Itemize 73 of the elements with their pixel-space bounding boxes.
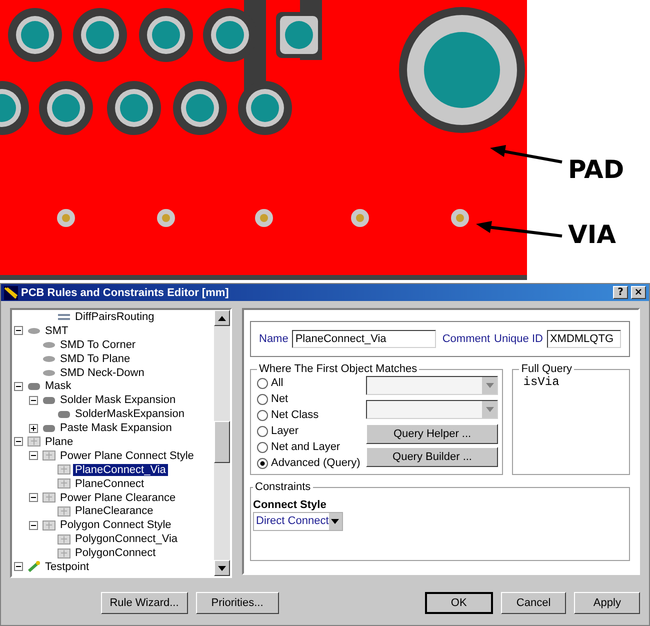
radio-label: Net Class bbox=[271, 409, 319, 421]
collapse-icon[interactable] bbox=[14, 562, 23, 572]
collapse-icon[interactable] bbox=[14, 326, 23, 336]
tree-item[interactable]: SMD Neck-Down bbox=[58, 366, 146, 378]
tree-item[interactable]: SMT bbox=[43, 324, 70, 337]
scroll-bar[interactable] bbox=[214, 310, 230, 576]
tree-item[interactable]: Paste Mask Expansion bbox=[58, 422, 174, 434]
collapse-icon[interactable] bbox=[29, 451, 38, 460]
tree-item[interactable]: SolderMaskExpansion bbox=[73, 408, 186, 420]
radio-label: All bbox=[271, 377, 284, 389]
tree-item[interactable]: PlaneConnect bbox=[73, 478, 146, 490]
tree-item[interactable]: DiffPairsRouting bbox=[73, 310, 156, 323]
connect-style-dropdown[interactable]: Direct Connect bbox=[253, 512, 343, 531]
group-title: Full Query bbox=[520, 363, 574, 375]
tree-item[interactable]: PolygonConnect bbox=[73, 547, 158, 560]
dialog-button[interactable]: Cancel bbox=[500, 592, 566, 614]
testpoint-rule-icon bbox=[27, 561, 41, 572]
dropdown-arrow-icon bbox=[486, 383, 494, 388]
expand-icon[interactable] bbox=[29, 424, 38, 433]
tree-item[interactable]: SMD To Corner bbox=[58, 338, 138, 351]
radio-label: Layer bbox=[271, 425, 299, 437]
unique-id-label: Unique ID bbox=[494, 333, 543, 345]
radio-button[interactable] bbox=[257, 394, 268, 404]
collapse-icon[interactable] bbox=[29, 396, 38, 405]
collapse-icon[interactable] bbox=[14, 382, 23, 391]
annotation-label: VIA bbox=[568, 220, 616, 249]
dropdown-arrow-icon bbox=[486, 407, 494, 412]
radio-label: Net and Layer bbox=[271, 441, 340, 453]
tree-item[interactable]: Power Plane Clearance bbox=[58, 492, 178, 504]
group-title: Where The First Object Matches bbox=[258, 363, 418, 375]
radio-label: Advanced (Query) bbox=[271, 457, 360, 469]
scroll-thumb[interactable] bbox=[214, 421, 230, 463]
scroll-down-icon bbox=[218, 566, 226, 570]
tree-item[interactable]: Solder Mask Expansion bbox=[58, 394, 178, 406]
collapse-icon[interactable] bbox=[29, 520, 38, 530]
query-text: isVia bbox=[522, 375, 560, 389]
tree-item[interactable]: Polygon Connect Style bbox=[58, 519, 174, 532]
tree-item[interactable]: Plane bbox=[43, 436, 76, 448]
dialog-button[interactable]: Rule Wizard... bbox=[101, 592, 188, 614]
app-icon bbox=[4, 286, 18, 300]
tree-item[interactable]: Testpoint bbox=[43, 560, 92, 573]
tree-item[interactable]: PlaneClearance bbox=[73, 505, 156, 518]
radio-button[interactable] bbox=[257, 426, 268, 436]
unique-id-field[interactable]: XMDMLQTG bbox=[546, 330, 621, 348]
scroll-up-icon bbox=[218, 316, 226, 320]
radio-button[interactable] bbox=[257, 442, 268, 452]
help-button[interactable]: ? bbox=[613, 286, 628, 299]
dropdown-arrow-icon bbox=[331, 519, 340, 524]
close-button[interactable]: × bbox=[631, 286, 646, 299]
dialog-button[interactable]: OK bbox=[425, 592, 493, 614]
connect-style-label: Connect Style bbox=[253, 499, 328, 511]
radio-label: Net bbox=[271, 393, 288, 405]
name-label: Name bbox=[259, 333, 288, 345]
tree-item[interactable]: Power Plane Connect Style bbox=[58, 450, 196, 462]
radio-button[interactable] bbox=[257, 378, 268, 388]
annotation-label: PAD bbox=[568, 155, 624, 184]
tree-item[interactable]: SMD To Plane bbox=[58, 352, 132, 365]
window-title: PCB Rules and Constraints Editor [mm] bbox=[21, 286, 230, 298]
tree-item[interactable]: PlaneConnect_Via bbox=[73, 464, 168, 476]
collapse-icon[interactable] bbox=[14, 437, 23, 446]
radio-button[interactable] bbox=[257, 410, 268, 420]
routing-rule-icon bbox=[57, 311, 71, 322]
dialog-button[interactable]: Apply bbox=[574, 592, 640, 614]
tree-item[interactable]: PolygonConnect_Via bbox=[73, 533, 180, 546]
query-button[interactable]: Query Helper ... bbox=[366, 424, 498, 444]
comment-label: Comment bbox=[442, 333, 490, 345]
tree-item[interactable]: Mask bbox=[43, 380, 74, 392]
dialog-button[interactable]: Priorities... bbox=[196, 592, 280, 614]
group-title: Constraints bbox=[254, 481, 312, 493]
query-button[interactable]: Query Builder ... bbox=[366, 447, 498, 467]
name-field[interactable]: PlaneConnect_Via bbox=[292, 330, 436, 348]
radio-button[interactable] bbox=[257, 458, 268, 468]
collapse-icon[interactable] bbox=[29, 493, 38, 502]
